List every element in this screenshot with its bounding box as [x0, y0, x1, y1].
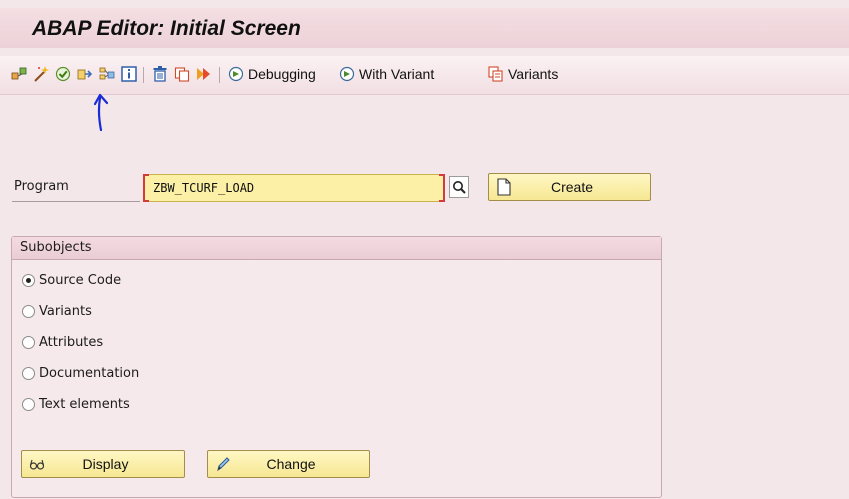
application-toolbar: Debugging With Variant Variants: [0, 56, 849, 95]
create-label: Create: [550, 179, 594, 195]
new-document-icon: [497, 178, 511, 196]
annotation-arrow-icon: [93, 93, 109, 132]
page-title: ABAP Editor: Initial Screen: [32, 17, 301, 40]
variants-button[interactable]: Variants: [488, 65, 558, 83]
radio-button[interactable]: [22, 336, 35, 349]
copy-icon[interactable]: [174, 65, 190, 83]
radio-label: Documentation: [39, 366, 140, 381]
radio-source-code[interactable]: Source Code: [22, 273, 121, 288]
subobjects-group: Subobjects Source Code Variants Attribut…: [11, 236, 662, 498]
required-bracket-right: [439, 174, 445, 202]
variants-icon: [488, 66, 503, 82]
search-icon: [453, 181, 466, 194]
radio-documentation[interactable]: Documentation: [22, 366, 139, 381]
check-icon[interactable]: [55, 65, 71, 83]
change-label: Change: [266, 456, 316, 472]
radio-button[interactable]: [22, 367, 35, 380]
delete-icon[interactable]: [152, 65, 168, 83]
where-used-icon[interactable]: [99, 65, 115, 83]
radio-label: Variants: [39, 304, 92, 319]
magic-wand-icon[interactable]: [33, 65, 49, 83]
debug-icon: [228, 66, 244, 82]
radio-label: Source Code: [39, 273, 122, 288]
display-button[interactable]: Display: [21, 450, 185, 478]
variants-label: Variants: [508, 66, 559, 82]
required-bracket-left: [143, 174, 149, 202]
with-variant-label: With Variant: [359, 66, 435, 82]
radio-button[interactable]: [22, 305, 35, 318]
program-input[interactable]: [144, 174, 444, 202]
change-button[interactable]: Change: [207, 450, 370, 478]
debugging-button[interactable]: Debugging: [228, 65, 316, 83]
radio-variants[interactable]: Variants: [22, 304, 92, 319]
display-label: Display: [82, 456, 129, 472]
other-object-icon[interactable]: [77, 65, 93, 83]
radio-label: Text elements: [39, 397, 130, 412]
with-variant-button[interactable]: With Variant: [339, 65, 434, 83]
create-button[interactable]: Create: [488, 173, 651, 201]
glasses-icon: [29, 459, 45, 470]
radio-button[interactable]: [22, 398, 35, 411]
info-icon[interactable]: [121, 65, 137, 83]
debugging-label: Debugging: [248, 66, 316, 82]
object-list-icon[interactable]: [11, 65, 27, 83]
program-label: Program: [14, 179, 69, 194]
execute-icon: [339, 66, 355, 82]
title-bar: ABAP Editor: Initial Screen: [0, 8, 849, 48]
search-help-button[interactable]: [449, 176, 469, 198]
subobjects-title: Subobjects: [12, 237, 661, 260]
radio-attributes[interactable]: Attributes: [22, 335, 103, 350]
label-underline: [12, 201, 140, 202]
radio-button[interactable]: [22, 274, 35, 287]
toolbar-separator: [219, 67, 220, 83]
toolbar-separator: [143, 67, 144, 83]
pencil-icon: [217, 457, 230, 472]
rename-icon[interactable]: [196, 65, 212, 83]
radio-label: Attributes: [39, 335, 104, 350]
radio-text-elements[interactable]: Text elements: [22, 397, 130, 412]
